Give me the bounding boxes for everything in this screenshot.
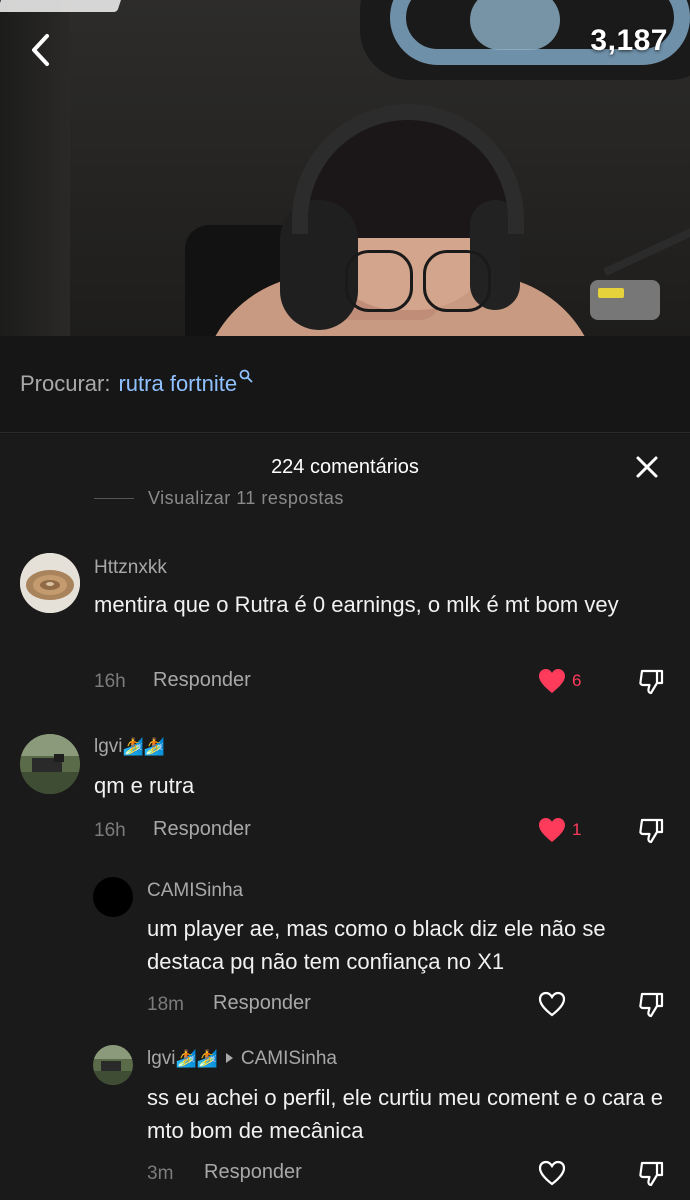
chevron-left-icon (32, 34, 49, 66)
heart-filled-icon (539, 818, 565, 842)
reply-to-username[interactable]: CAMISinha (241, 1048, 337, 1070)
like-count: 6 (572, 671, 582, 690)
reply-button[interactable]: Responder (204, 1161, 302, 1184)
avatar[interactable] (93, 877, 133, 917)
heart-outline-icon[interactable] (538, 1160, 566, 1186)
heart-filled-icon (539, 669, 565, 693)
reply-button[interactable]: Responder (213, 992, 311, 1015)
like-button[interactable]: 6 (538, 668, 581, 694)
outdoor-avatar-image (20, 734, 80, 794)
replies-divider-line (94, 498, 134, 499)
reply-item: CAMISinha um player ae, mas como o black… (0, 860, 690, 1030)
heart-outline-icon[interactable] (538, 991, 566, 1017)
view-replies-label: Visualizar 11 respostas (148, 488, 344, 508)
reply-arrow-icon (225, 1053, 233, 1063)
neon-sign-detail (470, 0, 560, 50)
comment-time: 18m (147, 994, 184, 1015)
reply-item: lgvi 🏄🏄 CAMISinha ss eu achei o perfil, e… (0, 1030, 690, 1200)
microphone-detail (598, 288, 624, 298)
comment-item: Httznxkk mentira que o Rutra é 0 earning… (0, 500, 690, 710)
comment-time: 3m (147, 1163, 174, 1184)
comment-text: ss eu achei o perfil, ele curtiu meu com… (147, 1085, 664, 1143)
view-replies-link[interactable]: Visualizar 11 respostas (94, 488, 494, 510)
thumbs-down-icon[interactable] (637, 1160, 665, 1188)
back-button[interactable] (20, 28, 60, 72)
comment-text: mentira que o Rutra é 0 earnings, o mlk … (94, 592, 619, 617)
username-text: lgvi (147, 1048, 176, 1069)
video-logo-fragment (0, 0, 123, 12)
comment-time: 16h (94, 671, 126, 692)
comment-item: lgvi🏄🏄 qm e rutra 16h Responder 1 (0, 710, 690, 860)
related-search-bar[interactable]: Procurar: rutra fortnite (0, 336, 690, 433)
avatar[interactable] (20, 734, 80, 794)
outdoor-avatar-image (93, 1045, 133, 1085)
surfer-emoji: 🏄🏄 (175, 1049, 218, 1068)
avatar[interactable] (93, 1045, 133, 1085)
reply-button[interactable]: Responder (153, 669, 251, 692)
surfer-emoji: 🏄🏄 (122, 737, 165, 756)
mic-arm (603, 222, 690, 276)
thumbs-down-icon[interactable] (637, 817, 665, 845)
search-query-link[interactable]: rutra fortnite (118, 371, 237, 397)
like-count: 1 (572, 820, 582, 839)
rope-avatar-image (20, 553, 80, 613)
comment-username[interactable]: lgvi🏄🏄 (94, 736, 165, 758)
thumbs-down-icon[interactable] (637, 991, 665, 1019)
comment-username[interactable]: Httznxkk (94, 557, 167, 579)
reply-header[interactable]: lgvi 🏄🏄 CAMISinha (147, 1048, 337, 1070)
reply-button[interactable]: Responder (153, 818, 251, 841)
comment-time: 16h (94, 820, 126, 841)
glasses (345, 250, 495, 320)
view-count: 3,187 (590, 24, 668, 57)
comment-text: qm e rutra (94, 773, 195, 798)
video-player[interactable]: 3,187 (0, 0, 690, 336)
comment-text: um player ae, mas como o black diz ele n… (147, 916, 606, 974)
search-prefix-label: Procurar: (20, 371, 111, 396)
search-icon[interactable] (239, 369, 253, 383)
username-text: lgvi (94, 736, 123, 757)
thumbs-down-icon[interactable] (637, 668, 665, 696)
comments-list[interactable]: Httznxkk mentira que o Rutra é 0 earning… (0, 500, 690, 1200)
microphone (590, 280, 660, 320)
avatar[interactable] (20, 553, 80, 613)
like-button[interactable]: 1 (538, 817, 581, 843)
close-icon[interactable] (634, 454, 660, 480)
comment-username[interactable]: CAMISinha (147, 880, 243, 902)
comments-count-title: 224 comentários (271, 456, 419, 478)
headphone-band (292, 104, 524, 234)
